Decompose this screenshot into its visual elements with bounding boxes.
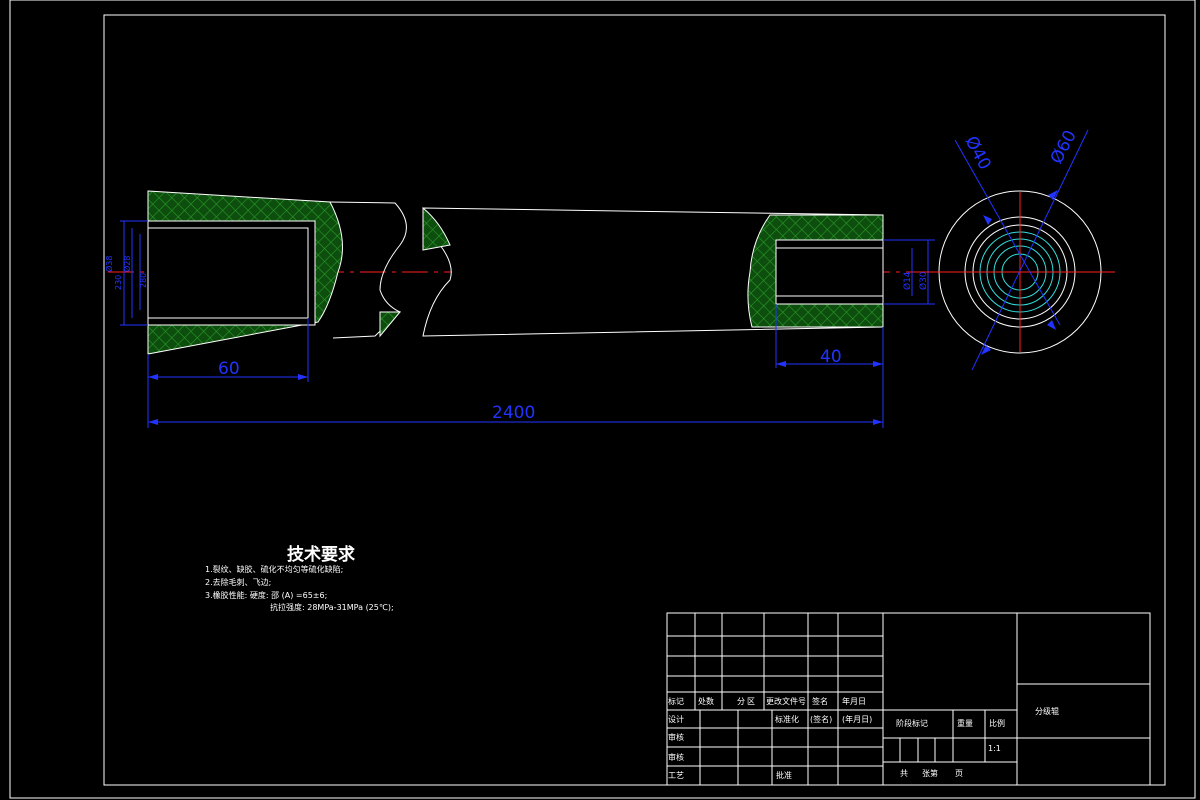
tb-zone2: 区 (747, 697, 755, 706)
tb-page: 页 (955, 769, 963, 778)
tech-requirements-line-2: 2.去除毛刺、飞边; (205, 578, 272, 587)
tb-sign2: (签名) (810, 714, 832, 724)
tb-date2: (年月日) (842, 714, 872, 724)
tech-requirements-line-3: 3.橡胶性能: 硬度: 邵 (A) =65±6; (205, 591, 328, 600)
tb-check: 审核 (668, 732, 684, 742)
tb-zone: 分 (737, 697, 745, 706)
dim-left-dia-4: 280 (139, 273, 148, 288)
tb-mark: 标记 (668, 696, 684, 706)
tb-process: 工艺 (668, 771, 684, 780)
tb-weight: 重量 (957, 718, 973, 728)
dim-right-dia-1: Ø14 (902, 271, 913, 290)
tb-std: 标准化 (775, 714, 799, 724)
tb-sign: 签名 (812, 696, 828, 706)
dim-left-dia-3: 230 (114, 275, 123, 290)
tb-total: 共 (900, 769, 908, 778)
dim-end-dia-inner: Ø40 (961, 133, 995, 173)
dim-left-dia-1: Ø38 (104, 256, 114, 272)
right-section (747, 214, 884, 328)
engineering-drawing: 2400 60 40 Ø38 230 Ø28 280 Ø14 Ø30 Ø40 Ø… (9, 0, 1196, 799)
tb-sheet: 张第 (922, 768, 938, 778)
tb-ratio: 比例 (989, 718, 1005, 728)
dim-overall-length: 2400 (492, 403, 535, 423)
dim-left-dia-2: Ø28 (122, 256, 132, 272)
tb-approve: 批准 (776, 770, 792, 780)
tb-count: 处数 (698, 696, 714, 706)
tb-date: 年月日 (842, 696, 866, 706)
dim-right-bore-depth: 40 (820, 347, 842, 367)
tech-requirements-line-1: 1.裂纹、缺胶、硫化不均匀等硫化缺陷; (205, 565, 344, 574)
end-view (925, 129, 1115, 371)
inner-frame (103, 14, 1166, 786)
dim-end-dia-outer: Ø60 (1047, 127, 1081, 167)
dim-right-dia-2: Ø30 (918, 271, 929, 290)
tech-requirements-line-4: 抗拉强度: 28MPa-31MPa (25℃); (270, 603, 394, 612)
tb-stage: 阶段标记 (896, 718, 928, 728)
tb-scale: 1:1 (988, 744, 1001, 753)
tech-requirements-title: 技术要求 (287, 545, 355, 565)
tb-review: 审核 (668, 752, 684, 762)
tb-design: 设计 (668, 714, 684, 724)
tb-docno: 更改文件号 (766, 696, 806, 706)
dim-left-bore-depth: 60 (218, 359, 240, 379)
tb-part-name: 分级辊 (1035, 706, 1059, 716)
